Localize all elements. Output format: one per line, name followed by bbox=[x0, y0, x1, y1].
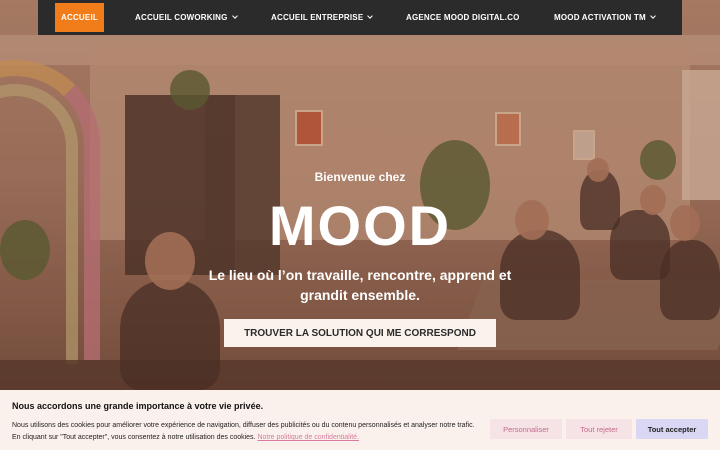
hero-brand-title: MOOD bbox=[268, 194, 452, 257]
nav-item-accueil[interactable]: ACCUEIL bbox=[55, 3, 104, 32]
nav-item-accueil-coworking[interactable]: ACCUEIL COWORKING bbox=[135, 0, 238, 35]
chevron-down-icon bbox=[231, 13, 238, 19]
nav-item-label: AGENCE MOOD DIGITAL.CO bbox=[406, 13, 520, 22]
customize-cookies-button[interactable]: Personnaliser bbox=[490, 419, 562, 439]
nav-item-label: ACCUEIL ENTREPRISE bbox=[271, 13, 364, 22]
privacy-policy-link[interactable]: Notre politique de confidentialité. bbox=[257, 434, 359, 441]
nav-item-label: ACCUEIL bbox=[61, 13, 98, 22]
reject-all-button[interactable]: Tout rejeter bbox=[566, 419, 632, 439]
cookie-text-line1: Nous utilisons des cookies pour améliore… bbox=[12, 422, 475, 429]
find-solution-button[interactable]: TROUVER LA SOLUTION QUI ME CORRESPOND bbox=[224, 319, 496, 347]
accept-all-button[interactable]: Tout accepter bbox=[636, 419, 708, 439]
hero-tagline: Le lieu où l’on travaille, rencontre, ap… bbox=[208, 267, 512, 303]
cookie-text-line2: En cliquant sur "Tout accepter", vous co… bbox=[12, 434, 256, 441]
cookie-title: Nous accordons une grande importance à v… bbox=[12, 401, 264, 411]
nav-item-agence-mood-digital[interactable]: AGENCE MOOD DIGITAL.CO bbox=[406, 0, 520, 35]
hero-welcome: Bienvenue chez bbox=[314, 170, 406, 184]
chevron-down-icon bbox=[367, 13, 374, 19]
nav-item-accueil-entreprise[interactable]: ACCUEIL ENTREPRISE bbox=[271, 0, 374, 35]
main-navigation: ACCUEIL ACCUEIL COWORKING ACCUEIL ENTREP… bbox=[38, 0, 682, 35]
chevron-down-icon bbox=[650, 13, 656, 19]
cookie-text: Nous utilisons des cookies pour améliore… bbox=[12, 420, 492, 444]
nav-item-label: ACCUEIL COWORKING bbox=[135, 13, 228, 22]
nav-item-label: MOOD ACTIVATION TM bbox=[554, 13, 646, 22]
nav-item-mood-activation[interactable]: MOOD ACTIVATION TM bbox=[554, 0, 656, 35]
